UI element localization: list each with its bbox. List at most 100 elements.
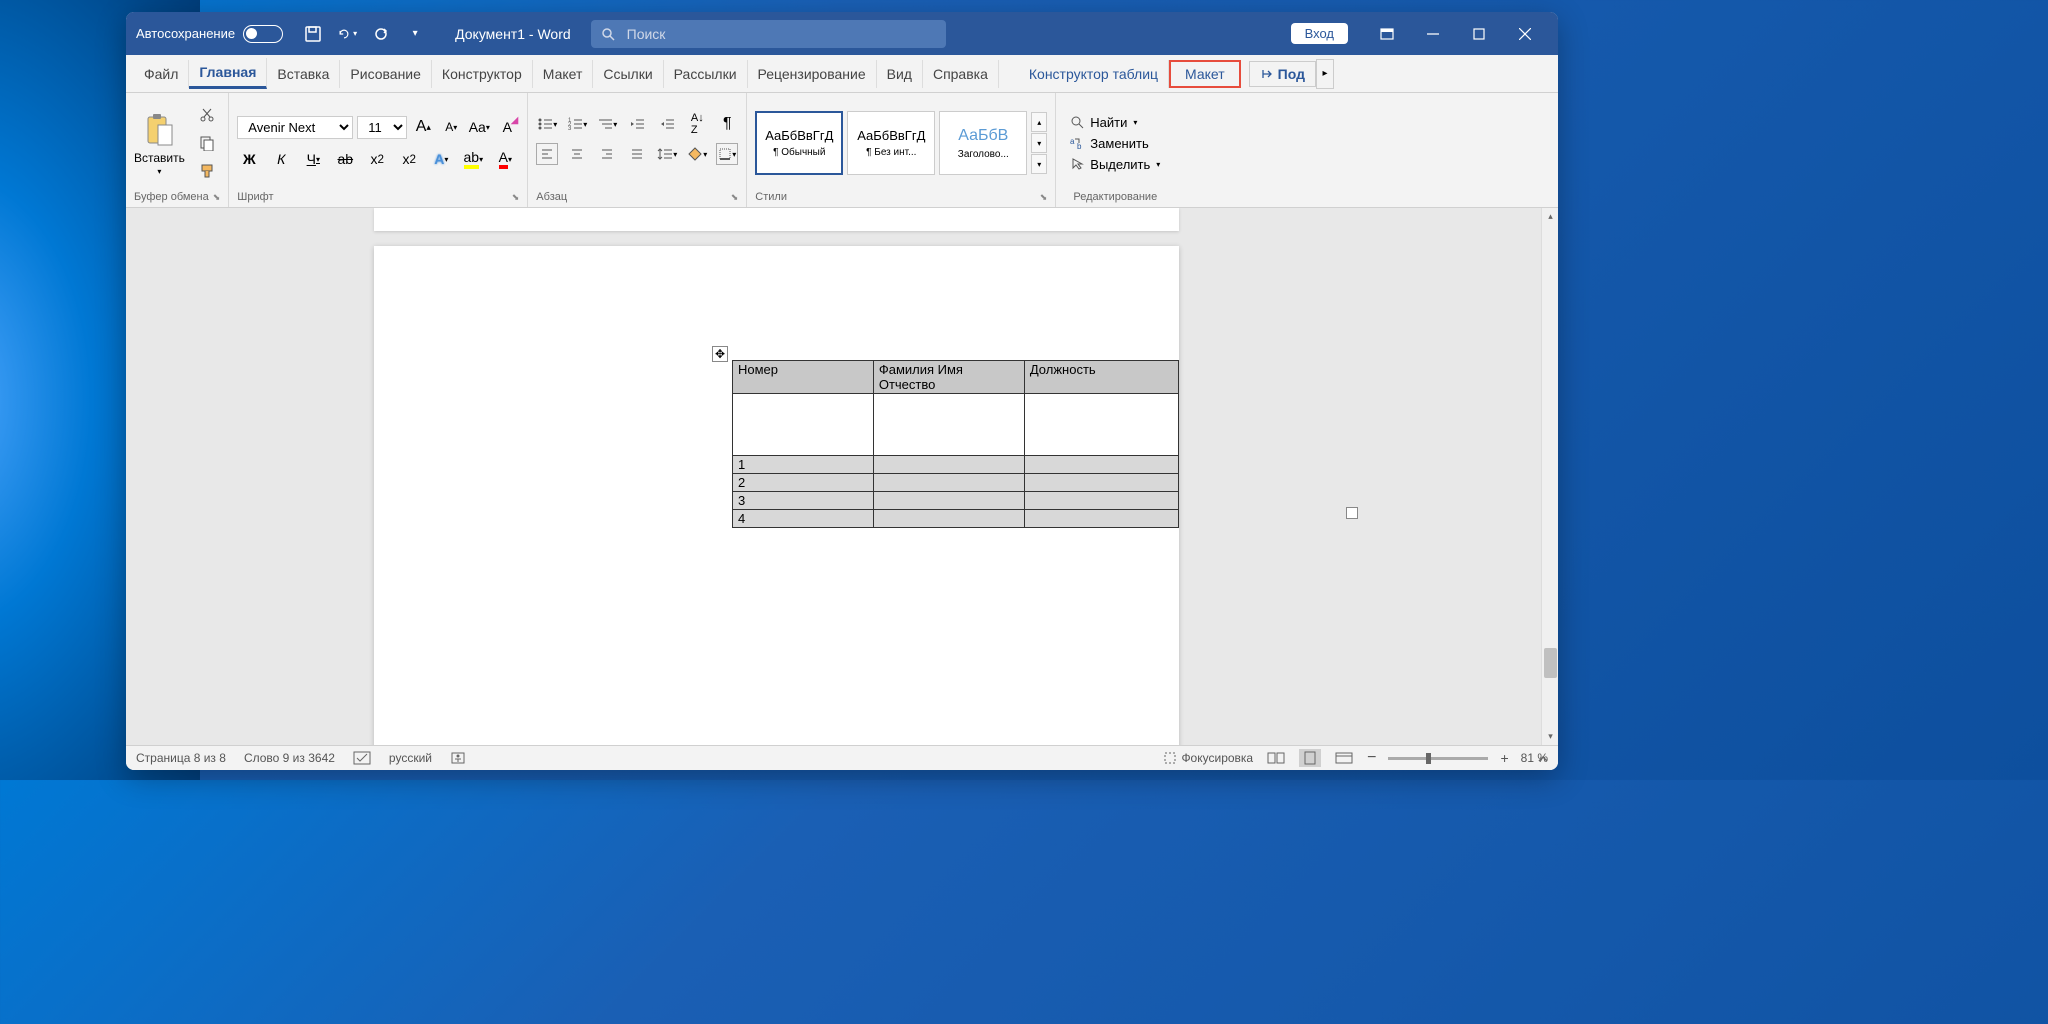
page[interactable]: ✥ НомерФамилия Имя ОтчествоДолжность 1 2… — [374, 246, 1179, 745]
superscript-button[interactable]: x2 — [397, 147, 421, 171]
replace-button[interactable]: abЗаменить — [1070, 136, 1160, 151]
line-spacing-icon[interactable]: ▾ — [656, 143, 678, 165]
shading-icon[interactable]: ▾ — [686, 143, 708, 165]
change-case-icon[interactable]: Aa▾ — [467, 115, 491, 139]
style-no-spacing[interactable]: АаБбВвГгД ¶ Без инт... — [847, 111, 935, 175]
spellcheck-icon[interactable] — [353, 751, 371, 765]
ribbon-display-icon[interactable] — [1364, 12, 1410, 55]
minimize-button[interactable] — [1410, 12, 1456, 55]
status-page[interactable]: Страница 8 из 8 — [136, 751, 226, 765]
sort-icon[interactable]: A↓Z — [686, 113, 708, 135]
borders-icon[interactable]: ▾ — [716, 143, 738, 165]
underline-button[interactable]: Ч▾ — [301, 147, 325, 171]
table-cell[interactable]: 1 — [733, 456, 874, 474]
styles-launcher-icon[interactable]: ⬊ — [1040, 192, 1048, 203]
paragraph-launcher-icon[interactable]: ⬊ — [731, 192, 739, 203]
bullets-icon[interactable]: ▾ — [536, 113, 558, 135]
tab-references[interactable]: Ссылки — [593, 60, 663, 88]
table-resize-handle-icon[interactable] — [1346, 507, 1358, 519]
search-box[interactable] — [591, 20, 946, 48]
scroll-thumb[interactable] — [1544, 648, 1557, 678]
format-painter-icon[interactable] — [197, 161, 217, 181]
document-table[interactable]: НомерФамилия Имя ОтчествоДолжность 1 2 3… — [732, 360, 1179, 528]
tab-home[interactable]: Главная — [189, 58, 267, 89]
table-cell[interactable]: 4 — [733, 510, 874, 528]
print-layout-icon[interactable] — [1299, 749, 1321, 767]
close-button[interactable] — [1502, 12, 1548, 55]
text-effects-icon[interactable]: A▾ — [429, 147, 453, 171]
decrease-font-icon[interactable]: A▾ — [439, 115, 463, 139]
zoom-slider[interactable] — [1388, 757, 1488, 760]
cut-icon[interactable] — [197, 105, 217, 125]
clipboard-launcher-icon[interactable]: ⬊ — [213, 192, 221, 203]
login-button[interactable]: Вход — [1291, 23, 1348, 44]
tab-table-design[interactable]: Конструктор таблиц — [1019, 60, 1169, 88]
collapse-ribbon-icon[interactable] — [1536, 752, 1550, 766]
select-button[interactable]: Выделить▾ — [1070, 157, 1160, 172]
tab-review[interactable]: Рецензирование — [748, 60, 877, 88]
styles-scroll-down-icon[interactable]: ▾ — [1031, 133, 1047, 153]
subscript-button[interactable]: x2 — [365, 147, 389, 171]
font-launcher-icon[interactable]: ⬊ — [512, 192, 520, 203]
maximize-button[interactable] — [1456, 12, 1502, 55]
table-move-handle-icon[interactable]: ✥ — [712, 346, 728, 362]
highlight-color-icon[interactable]: ab▾ — [461, 147, 485, 171]
scroll-up-icon[interactable]: ▴ — [1542, 208, 1558, 225]
find-button[interactable]: Найти▾ — [1070, 115, 1160, 130]
table-header[interactable]: Должность — [1024, 361, 1178, 394]
styles-scroll-up-icon[interactable]: ▴ — [1031, 112, 1047, 132]
italic-button[interactable]: К — [269, 147, 293, 171]
vertical-scrollbar[interactable]: ▴ ▾ — [1541, 208, 1558, 745]
styles-expand-icon[interactable]: ▾ — [1031, 154, 1047, 174]
tab-design[interactable]: Конструктор — [432, 60, 533, 88]
numbering-icon[interactable]: 123▾ — [566, 113, 588, 135]
document-canvas[interactable]: ✥ НомерФамилия Имя ОтчествоДолжность 1 2… — [126, 208, 1558, 745]
bold-button[interactable]: Ж — [237, 147, 261, 171]
table-header[interactable]: Номер — [733, 361, 874, 394]
increase-indent-icon[interactable] — [656, 113, 678, 135]
read-mode-icon[interactable] — [1265, 749, 1287, 767]
font-name-select[interactable]: Avenir Next — [237, 116, 353, 139]
tab-layout[interactable]: Макет — [533, 60, 594, 88]
paste-button[interactable] — [142, 111, 176, 149]
status-words[interactable]: Слово 9 из 3642 — [244, 751, 335, 765]
tab-mailings[interactable]: Рассылки — [664, 60, 748, 88]
tab-insert[interactable]: Вставка — [267, 60, 340, 88]
autosave-toggle[interactable]: Автосохранение — [136, 25, 283, 43]
toggle-icon[interactable] — [243, 25, 283, 43]
clear-format-icon[interactable]: A◢ — [495, 115, 519, 139]
save-icon[interactable] — [303, 24, 323, 44]
focus-mode-button[interactable]: Фокусировка — [1163, 751, 1253, 765]
copy-icon[interactable] — [197, 133, 217, 153]
table-header[interactable]: Фамилия Имя Отчество — [873, 361, 1024, 394]
tab-draw[interactable]: Рисование — [340, 60, 432, 88]
increase-font-icon[interactable]: A▴ — [411, 115, 435, 139]
table-cell[interactable]: 3 — [733, 492, 874, 510]
strikethrough-button[interactable]: ab — [333, 147, 357, 171]
scroll-down-icon[interactable]: ▾ — [1542, 728, 1558, 745]
zoom-in-button[interactable]: + — [1500, 750, 1508, 766]
align-left-icon[interactable] — [536, 143, 558, 165]
font-color-icon[interactable]: A▾ — [493, 147, 517, 171]
align-center-icon[interactable] — [566, 143, 588, 165]
redo-icon[interactable] — [371, 24, 391, 44]
search-input[interactable] — [627, 26, 936, 42]
tab-help[interactable]: Справка — [923, 60, 999, 88]
multilevel-list-icon[interactable]: ▾ — [596, 113, 618, 135]
tab-view[interactable]: Вид — [877, 60, 923, 88]
status-language[interactable]: русский — [389, 751, 432, 765]
tab-share[interactable]: Под — [1249, 61, 1316, 87]
style-normal[interactable]: АаБбВвГгД ¶ Обычный — [755, 111, 843, 175]
style-heading[interactable]: АаБбВ Заголово... — [939, 111, 1027, 175]
undo-icon[interactable]: ▾ — [337, 24, 357, 44]
tabs-overflow-button[interactable]: ▸ — [1316, 59, 1334, 89]
qat-customize-icon[interactable]: ▾ — [405, 24, 425, 44]
chevron-down-icon[interactable]: ▾ — [157, 167, 161, 176]
web-layout-icon[interactable] — [1333, 749, 1355, 767]
font-size-select[interactable]: 11 — [357, 116, 407, 139]
zoom-out-button[interactable]: − — [1367, 749, 1376, 767]
decrease-indent-icon[interactable] — [626, 113, 648, 135]
show-marks-icon[interactable]: ¶ — [716, 113, 738, 135]
accessibility-icon[interactable] — [450, 751, 466, 765]
tab-table-layout[interactable]: Макет — [1169, 60, 1241, 88]
